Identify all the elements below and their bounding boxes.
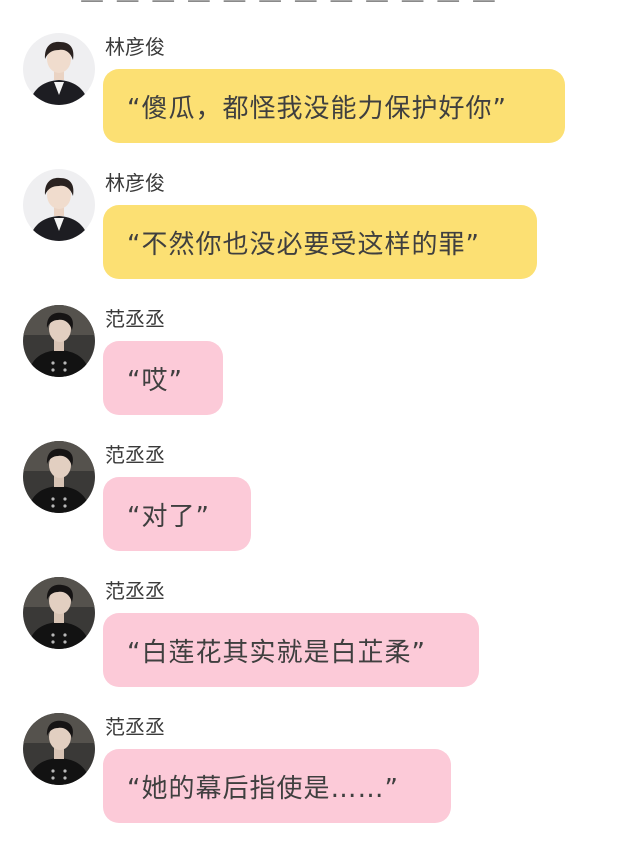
sender-name: 范丞丞 [105,579,165,603]
sender-name: 范丞丞 [105,715,165,739]
message-bubble[interactable]: “她的幕后指使是……” [103,749,451,823]
sender-name: 林彦俊 [105,35,165,59]
avatar[interactable] [23,441,95,513]
chat-message-list[interactable]: 林彦俊 “傻瓜，都怪我没能力保护好你” 林彦俊 “不然你也没必要受这样的罪” 范… [0,0,640,827]
avatar[interactable] [23,713,95,785]
message-bubble[interactable]: “白莲花其实就是白芷柔” [103,613,479,687]
avatar[interactable] [23,169,95,241]
male-portrait-dark-uniform-avatar [23,305,95,377]
avatar[interactable] [23,33,95,105]
male-portrait-dark-uniform-avatar [23,577,95,649]
chat-message: 范丞丞 “她的幕后指使是……” [0,713,640,843]
chat-message: 林彦俊 “不然你也没必要受这样的罪” [0,169,640,299]
message-bubble[interactable]: “哎” [103,341,223,415]
male-portrait-dark-uniform-avatar [23,713,95,785]
message-bubble[interactable]: “傻瓜，都怪我没能力保护好你” [103,69,565,143]
chat-message: 范丞丞 “哎” [0,305,640,435]
message-bubble[interactable]: “不然你也没必要受这样的罪” [103,205,537,279]
message-bubble[interactable]: “对了” [103,477,251,551]
sender-name: 林彦俊 [105,171,165,195]
male-portrait-light-suit-avatar [23,33,95,105]
male-portrait-light-suit-avatar [23,169,95,241]
sender-name: 范丞丞 [105,307,165,331]
male-portrait-dark-uniform-avatar [23,441,95,513]
chat-message: 林彦俊 “傻瓜，都怪我没能力保护好你” [0,33,640,163]
avatar[interactable] [23,577,95,649]
avatar[interactable] [23,305,95,377]
chat-message: 范丞丞 “对了” [0,441,640,571]
chat-message: 范丞丞 “白莲花其实就是白芷柔” [0,577,640,707]
sender-name: 范丞丞 [105,443,165,467]
